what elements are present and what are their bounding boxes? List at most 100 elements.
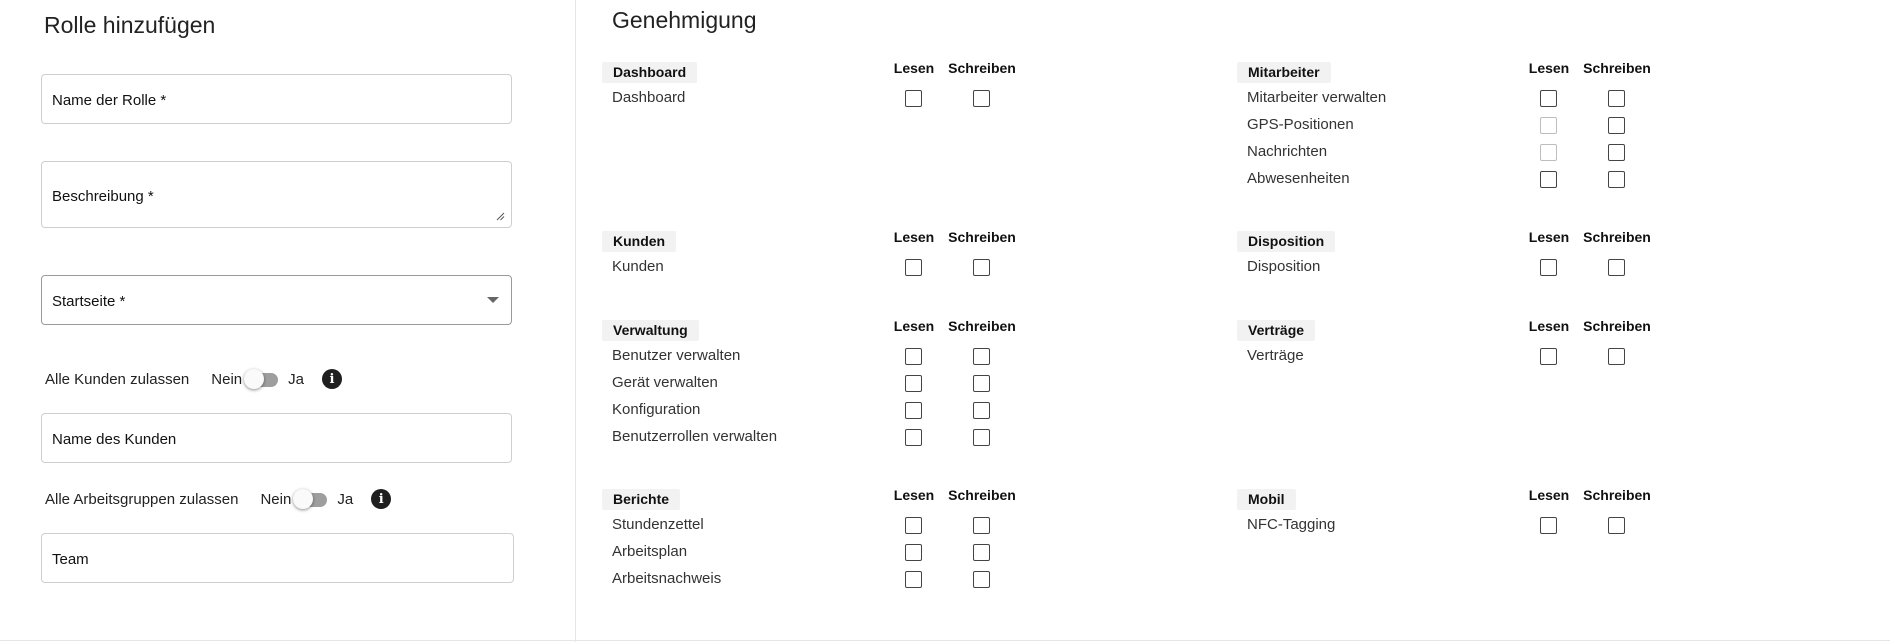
read-checkbox[interactable] bbox=[905, 375, 922, 392]
permission-row-benutzer-verwalten: Benutzer verwalten bbox=[602, 342, 1062, 369]
permission-row-disposition: Disposition bbox=[1237, 253, 1697, 280]
read-checkbox[interactable] bbox=[1540, 517, 1557, 534]
write-checkbox[interactable] bbox=[1608, 259, 1625, 276]
all-customers-toggle[interactable] bbox=[244, 368, 282, 390]
customer-name-input[interactable]: Name des Kunden bbox=[41, 413, 512, 463]
info-icon[interactable]: i bbox=[321, 369, 342, 389]
write-column-header: Schreiben bbox=[1583, 318, 1651, 334]
read-checkbox[interactable] bbox=[905, 517, 922, 534]
resize-grip-icon[interactable] bbox=[496, 212, 505, 221]
permission-row-arbeitsnachweis: Arbeitsnachweis bbox=[602, 565, 1062, 592]
all-workgroups-yes-label: Ja bbox=[337, 490, 354, 508]
all-customers-label: Alle Kunden zulassen bbox=[45, 370, 190, 388]
all-customers-row: Alle Kunden zulassen Nein Ja i bbox=[45, 367, 342, 391]
permission-row-nachrichten: Nachrichten bbox=[1237, 138, 1697, 165]
read-checkbox[interactable] bbox=[1540, 90, 1557, 107]
read-checkbox[interactable] bbox=[905, 259, 922, 276]
permission-name: NFC-Tagging bbox=[1247, 516, 1336, 533]
write-checkbox[interactable] bbox=[1608, 144, 1625, 161]
group-title-chip: Mobil bbox=[1237, 489, 1296, 510]
role-form-panel: Rolle hinzufügen Name der Rolle * Beschr… bbox=[0, 0, 576, 642]
permission-row-dashboard: Dashboard bbox=[602, 84, 1062, 111]
read-checkbox[interactable] bbox=[905, 429, 922, 446]
permission-group-verwaltung: Verwaltung Lesen Schreiben Benutzer verwalt… bbox=[602, 318, 1062, 450]
permission-row-abwesenheiten: Abwesenheiten bbox=[1237, 165, 1697, 192]
write-column-header: Schreiben bbox=[1583, 60, 1651, 76]
group-title-chip: Berichte bbox=[602, 489, 681, 510]
write-checkbox[interactable] bbox=[1608, 171, 1625, 188]
read-checkbox bbox=[1540, 117, 1557, 134]
start-page-select[interactable]: Startseite * bbox=[41, 275, 512, 325]
permission-row-geraet-verwalten: Gerät verwalten bbox=[602, 369, 1062, 396]
write-checkbox[interactable] bbox=[973, 571, 990, 588]
role-name-label: Name der Rolle * bbox=[52, 92, 167, 109]
permission-group-kunden: Kunden Lesen Schreiben Kunden bbox=[602, 229, 1062, 280]
permission-name: GPS-Positionen bbox=[1247, 116, 1354, 133]
permissions-title: Genehmigung bbox=[612, 7, 757, 33]
permission-name: Stundenzettel bbox=[612, 516, 704, 533]
write-checkbox[interactable] bbox=[1608, 117, 1625, 134]
customer-name-label: Name des Kunden bbox=[52, 431, 177, 448]
role-name-input[interactable]: Name der Rolle * bbox=[41, 74, 512, 124]
permission-name: Gerät verwalten bbox=[612, 374, 718, 391]
permission-name: Konfiguration bbox=[612, 401, 701, 418]
group-title-chip: Verträge bbox=[1237, 320, 1316, 341]
group-title-chip: Dashboard bbox=[602, 62, 698, 83]
permission-row-vertraege: Verträge bbox=[1237, 342, 1697, 369]
permission-name: Arbeitsnachweis bbox=[612, 570, 722, 587]
write-checkbox[interactable] bbox=[1608, 90, 1625, 107]
permission-name: Abwesenheiten bbox=[1247, 170, 1350, 187]
write-column-header: Schreiben bbox=[948, 229, 1016, 245]
team-input[interactable]: Team bbox=[41, 533, 514, 583]
toggle-thumb bbox=[244, 369, 265, 389]
permission-row-nfc-tagging: NFC-Tagging bbox=[1237, 511, 1697, 538]
read-checkbox[interactable] bbox=[905, 402, 922, 419]
permission-name: Arbeitsplan bbox=[612, 543, 688, 560]
permission-name: Verträge bbox=[1247, 347, 1304, 364]
write-checkbox[interactable] bbox=[973, 348, 990, 365]
permission-row-stundenzettel: Stundenzettel bbox=[602, 511, 1062, 538]
write-checkbox[interactable] bbox=[1608, 348, 1625, 365]
description-textarea[interactable]: Beschreibung * bbox=[41, 161, 512, 228]
chevron-down-icon bbox=[487, 297, 499, 303]
permission-row-kunden: Kunden bbox=[602, 253, 1062, 280]
read-checkbox[interactable] bbox=[1540, 171, 1557, 188]
write-checkbox[interactable] bbox=[973, 259, 990, 276]
permission-name: Mitarbeiter verwalten bbox=[1247, 89, 1387, 106]
write-checkbox[interactable] bbox=[973, 375, 990, 392]
permission-name: Disposition bbox=[1247, 258, 1321, 275]
read-checkbox bbox=[1540, 144, 1557, 161]
write-checkbox[interactable] bbox=[1608, 517, 1625, 534]
read-checkbox[interactable] bbox=[905, 348, 922, 365]
group-title-chip: Mitarbeiter bbox=[1237, 62, 1331, 83]
start-page-label: Startseite * bbox=[52, 293, 126, 310]
read-checkbox[interactable] bbox=[905, 90, 922, 107]
team-label: Team bbox=[52, 551, 89, 568]
permission-group-header: Dashboard Lesen Schreiben bbox=[602, 60, 1062, 84]
all-customers-no-label: Nein bbox=[211, 370, 243, 388]
permission-group-header: Mobil Lesen Schreiben bbox=[1237, 487, 1697, 511]
all-workgroups-label: Alle Arbeitsgruppen zulassen bbox=[45, 490, 239, 508]
write-column-header: Schreiben bbox=[1583, 229, 1651, 245]
permission-group-vertraege: Verträge Lesen Schreiben Verträge bbox=[1237, 318, 1697, 369]
read-checkbox[interactable] bbox=[1540, 259, 1557, 276]
group-title-chip: Kunden bbox=[602, 231, 677, 252]
all-workgroups-toggle[interactable] bbox=[293, 488, 331, 510]
all-workgroups-no-label: Nein bbox=[260, 490, 292, 508]
write-checkbox[interactable] bbox=[973, 402, 990, 419]
permission-group-berichte: Berichte Lesen Schreiben Stundenzettel Arbei… bbox=[602, 487, 1062, 592]
permission-group-disposition: Disposition Lesen Schreiben Disposition bbox=[1237, 229, 1697, 280]
write-checkbox[interactable] bbox=[973, 90, 990, 107]
write-column-header: Schreiben bbox=[948, 318, 1016, 334]
info-icon[interactable]: i bbox=[371, 489, 392, 509]
read-checkbox[interactable] bbox=[905, 571, 922, 588]
permission-group-header: Kunden Lesen Schreiben bbox=[602, 229, 1062, 253]
permission-group-header: Mitarbeiter Lesen Schreiben bbox=[1237, 60, 1697, 84]
write-column-header: Schreiben bbox=[948, 487, 1016, 503]
write-checkbox[interactable] bbox=[973, 517, 990, 534]
permission-name: Benutzer verwalten bbox=[612, 347, 741, 364]
write-checkbox[interactable] bbox=[973, 429, 990, 446]
write-checkbox[interactable] bbox=[973, 544, 990, 561]
read-checkbox[interactable] bbox=[905, 544, 922, 561]
read-checkbox[interactable] bbox=[1540, 348, 1557, 365]
